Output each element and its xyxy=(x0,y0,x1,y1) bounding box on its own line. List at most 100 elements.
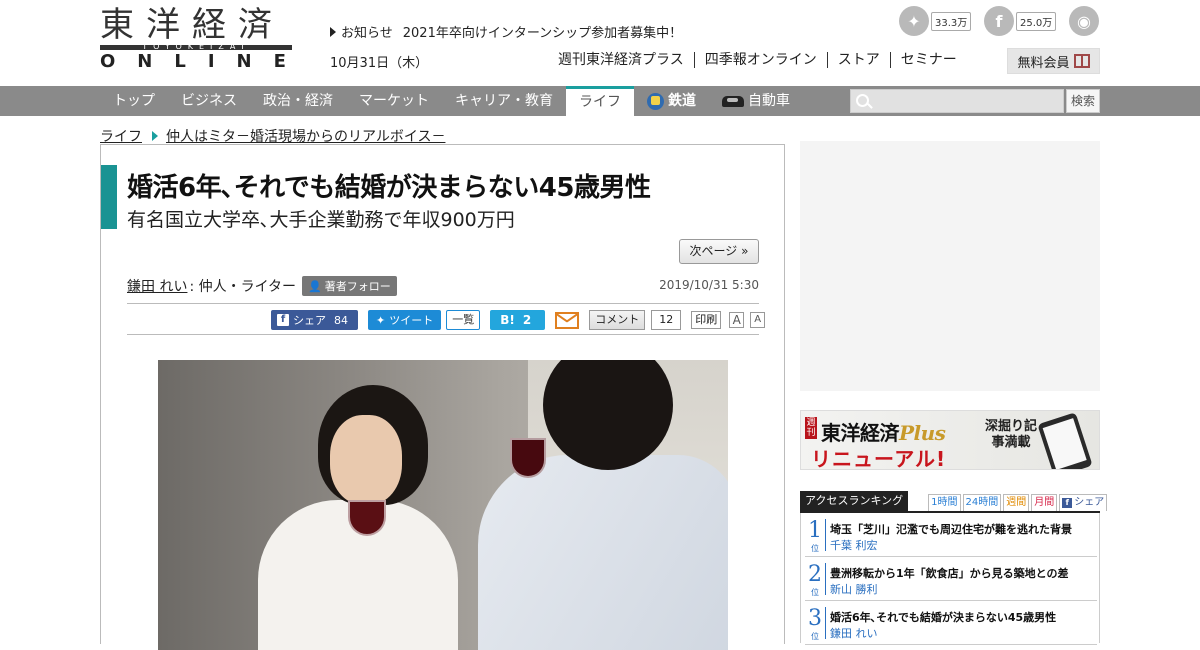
smartphone-icon xyxy=(1037,412,1093,469)
twitter-icon[interactable]: ✦ xyxy=(899,6,929,36)
site-logo[interactable]: 東洋経済 TOYOKEIZAI ONLINE xyxy=(100,5,308,72)
facebook-share-count: 84 xyxy=(334,313,348,327)
rank-suffix: 位 xyxy=(811,544,819,553)
print-button[interactable]: 印刷 xyxy=(691,311,722,329)
ad-slot[interactable] xyxy=(800,141,1100,391)
notice-label: お知らせ xyxy=(341,26,393,41)
member-label: 無料会員 xyxy=(1017,55,1070,71)
breadcrumb-separator-icon xyxy=(152,131,158,141)
triangle-right-icon xyxy=(330,27,336,37)
topnav-seminar[interactable]: セミナー xyxy=(889,52,967,68)
banner-weekly: 週刊 xyxy=(805,417,817,439)
gnav-politics-economy[interactable]: 政治・経済 xyxy=(250,86,346,116)
topnav-shikiho[interactable]: 四季報オンライン xyxy=(693,52,827,68)
gnav-top[interactable]: トップ xyxy=(100,86,168,116)
facebook-share-button[interactable]: f シェア 84 xyxy=(271,310,358,330)
gnav-career-education[interactable]: キャリア・教育 xyxy=(442,86,566,116)
banner-renewal: リニューアル! xyxy=(811,447,947,470)
divider xyxy=(127,334,759,335)
tweet-list-button[interactable]: 一覧 xyxy=(446,310,481,330)
rank-suffix: 位 xyxy=(811,632,819,641)
rank-author: 鎌田 れい xyxy=(830,627,878,640)
list-item[interactable]: 1 位 埼玉「芝川」氾濫でも周辺住宅が難を逃れた背景 千葉 利宏 xyxy=(805,513,1097,557)
logo-online: ONLINE xyxy=(100,51,308,72)
rank-number: 2 xyxy=(808,562,822,587)
rank-number: 3 xyxy=(808,606,822,631)
gift-icon xyxy=(1073,54,1090,68)
facebook-follow[interactable]: f 25.0万 xyxy=(984,6,1057,36)
twitter-follow[interactable]: ✦ 33.3万 xyxy=(899,6,972,36)
tweet-button[interactable]: ✦ ツイート xyxy=(368,310,442,330)
breadcrumb-series[interactable]: 仲人はミタ－婚活現場からのリアルボイス－ xyxy=(166,126,445,146)
global-navigation: トップ ビジネス 政治・経済 マーケット キャリア・教育 ライフ 鉄道 自動車 … xyxy=(0,86,1200,116)
gnav-railway[interactable]: 鉄道 xyxy=(634,86,709,116)
facebook-count: 25.0万 xyxy=(1016,11,1057,31)
gnav-market[interactable]: マーケット xyxy=(346,86,442,116)
rank-number: 1 xyxy=(808,518,822,543)
breadcrumb: ライフ 仲人はミタ－婚活現場からのリアルボイス－ xyxy=(100,126,445,146)
font-small-button[interactable]: A xyxy=(750,312,766,328)
publish-date: 2019/10/31 5:30 xyxy=(659,278,759,292)
facebook-share-label: シェア xyxy=(293,314,326,327)
hatena-count: 2 xyxy=(522,313,532,327)
gnav-life[interactable]: ライフ xyxy=(566,86,634,116)
search-icon xyxy=(856,94,869,107)
car-icon xyxy=(722,95,744,107)
train-icon xyxy=(647,92,664,110)
article-title: 婚活6年､それでも結婚が決まらない45歳男性 xyxy=(127,173,651,203)
breadcrumb-category[interactable]: ライフ xyxy=(100,126,142,146)
weekly-plus-banner[interactable]: 週刊 東洋経済Plus リニューアル! 深掘り記事満載 xyxy=(800,410,1100,470)
banner-deep: 深掘り記事満載 xyxy=(985,419,1038,450)
notice-text[interactable]: 2021年卒向けインターンシップ参加者募集中！ xyxy=(403,26,682,41)
facebook-icon: f xyxy=(277,314,289,326)
follow-author-button[interactable]: 👤 著者フォロー xyxy=(302,276,397,296)
search-button[interactable]: 検索 xyxy=(1066,89,1100,113)
logo-kanji: 東洋経済 xyxy=(100,5,284,45)
article-photo xyxy=(158,360,728,650)
tab-share-label: シェア xyxy=(1074,497,1105,508)
gnav-business[interactable]: ビジネス xyxy=(168,86,250,116)
comment-button[interactable]: コメント xyxy=(589,310,646,330)
title-accent-bar xyxy=(101,165,117,229)
notice[interactable]: お知らせ 2021年卒向けインターンシップ参加者募集中！ xyxy=(330,22,682,41)
list-item[interactable]: 3 位 婚活6年､それでも結婚が決まらない45歳男性 鎌田 れい xyxy=(805,601,1097,645)
banner-plus: Plus xyxy=(899,421,946,445)
banner-title-text: 東洋経済 xyxy=(821,421,900,445)
author-line: 鎌田 れい : 仲人・ライター 👤 著者フォロー xyxy=(127,276,397,296)
tab-24-hours[interactable]: 24時間 xyxy=(962,494,1002,511)
facebook-icon: f xyxy=(1062,498,1073,508)
tab-1-hour[interactable]: 1時間 xyxy=(928,494,961,511)
list-item[interactable]: 2 位 豊洲移転から1年「飲食店」から見る築地との差 新山 勝利 xyxy=(805,557,1097,601)
topnav-store[interactable]: ストア xyxy=(826,52,890,68)
article: 婚活6年､それでも結婚が決まらない45歳男性 有名国立大学卒､大手企業勤務で年収… xyxy=(100,144,785,650)
site-header: 東洋経済 TOYOKEIZAI ONLINE お知らせ 2021年卒向けインターン… xyxy=(0,0,1200,86)
tab-weekly[interactable]: 週間 xyxy=(1003,494,1030,511)
hatena-bookmark-button[interactable]: B! 2 xyxy=(490,310,546,330)
search-input[interactable] xyxy=(850,89,1064,113)
rank-title: 婚活6年､それでも結婚が決まらない45歳男性 xyxy=(830,611,1057,624)
rss-icon[interactable]: ◉ xyxy=(1069,6,1099,36)
ranking-list: 1 位 埼玉「芝川」氾濫でも周辺住宅が難を逃れた背景 千葉 利宏 2 位 豊洲移… xyxy=(800,513,1100,645)
rss-link[interactable]: ◉ xyxy=(1069,6,1099,36)
divider xyxy=(127,303,759,304)
topnav-weekly-plus[interactable]: 週刊東洋経済プラス xyxy=(558,52,694,68)
rank-author: 新山 勝利 xyxy=(830,583,878,596)
author-name[interactable]: 鎌田 れい xyxy=(127,276,187,296)
font-large-button[interactable]: A xyxy=(729,312,745,328)
article-subtitle: 有名国立大学卒､大手企業勤務で年収900万円 xyxy=(127,209,515,231)
rank-author: 千葉 利宏 xyxy=(830,539,878,552)
next-page-button[interactable]: 次ページ » xyxy=(679,239,759,264)
mail-icon[interactable] xyxy=(555,311,580,329)
person-icon: 👤 xyxy=(308,279,322,293)
rank-title: 豊洲移転から1年「飲食店」から見る築地との差 xyxy=(830,567,1069,580)
twitter-icon: ✦ xyxy=(376,313,386,327)
top-navigation: 週刊東洋経済プラス 四季報オンライン ストア セミナー xyxy=(558,52,967,68)
hatena-icon: B! xyxy=(500,313,515,327)
gnav-automobile[interactable]: 自動車 xyxy=(709,86,803,116)
logo-sub: TOYOKEIZAI xyxy=(142,42,250,51)
facebook-icon[interactable]: f xyxy=(984,6,1014,36)
tab-monthly[interactable]: 月間 xyxy=(1031,494,1058,511)
tab-share[interactable]: f シェア xyxy=(1059,494,1108,511)
free-member-button[interactable]: 無料会員 xyxy=(1007,48,1100,74)
rank-suffix: 位 xyxy=(811,588,819,597)
